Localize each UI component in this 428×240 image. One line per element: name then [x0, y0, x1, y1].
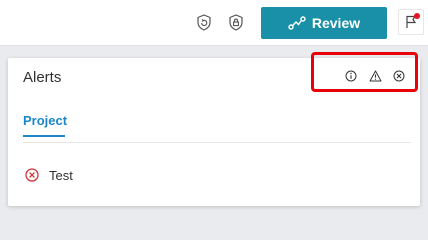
flag-button[interactable] [398, 9, 424, 35]
tab-active-indicator [23, 135, 65, 137]
shield-refresh-icon[interactable] [194, 11, 214, 33]
info-icon[interactable] [344, 69, 358, 83]
top-toolbar: Review [0, 0, 428, 46]
review-icon [288, 16, 306, 30]
notification-dot [414, 13, 420, 19]
panel-title: Alerts [23, 69, 62, 86]
tab-project[interactable]: Project [23, 113, 67, 128]
review-button[interactable]: Review [261, 7, 387, 39]
alert-item-label: Test [49, 167, 73, 183]
error-icon[interactable] [392, 69, 406, 83]
tab-divider [23, 142, 411, 143]
review-button-label: Review [311, 15, 361, 31]
alerts-panel: Alerts Project Test [8, 52, 420, 206]
alert-list-item[interactable]: Test [25, 166, 73, 184]
error-circle-icon [25, 168, 39, 182]
shield-lock-icon[interactable] [226, 11, 246, 33]
warning-icon[interactable] [368, 69, 382, 83]
